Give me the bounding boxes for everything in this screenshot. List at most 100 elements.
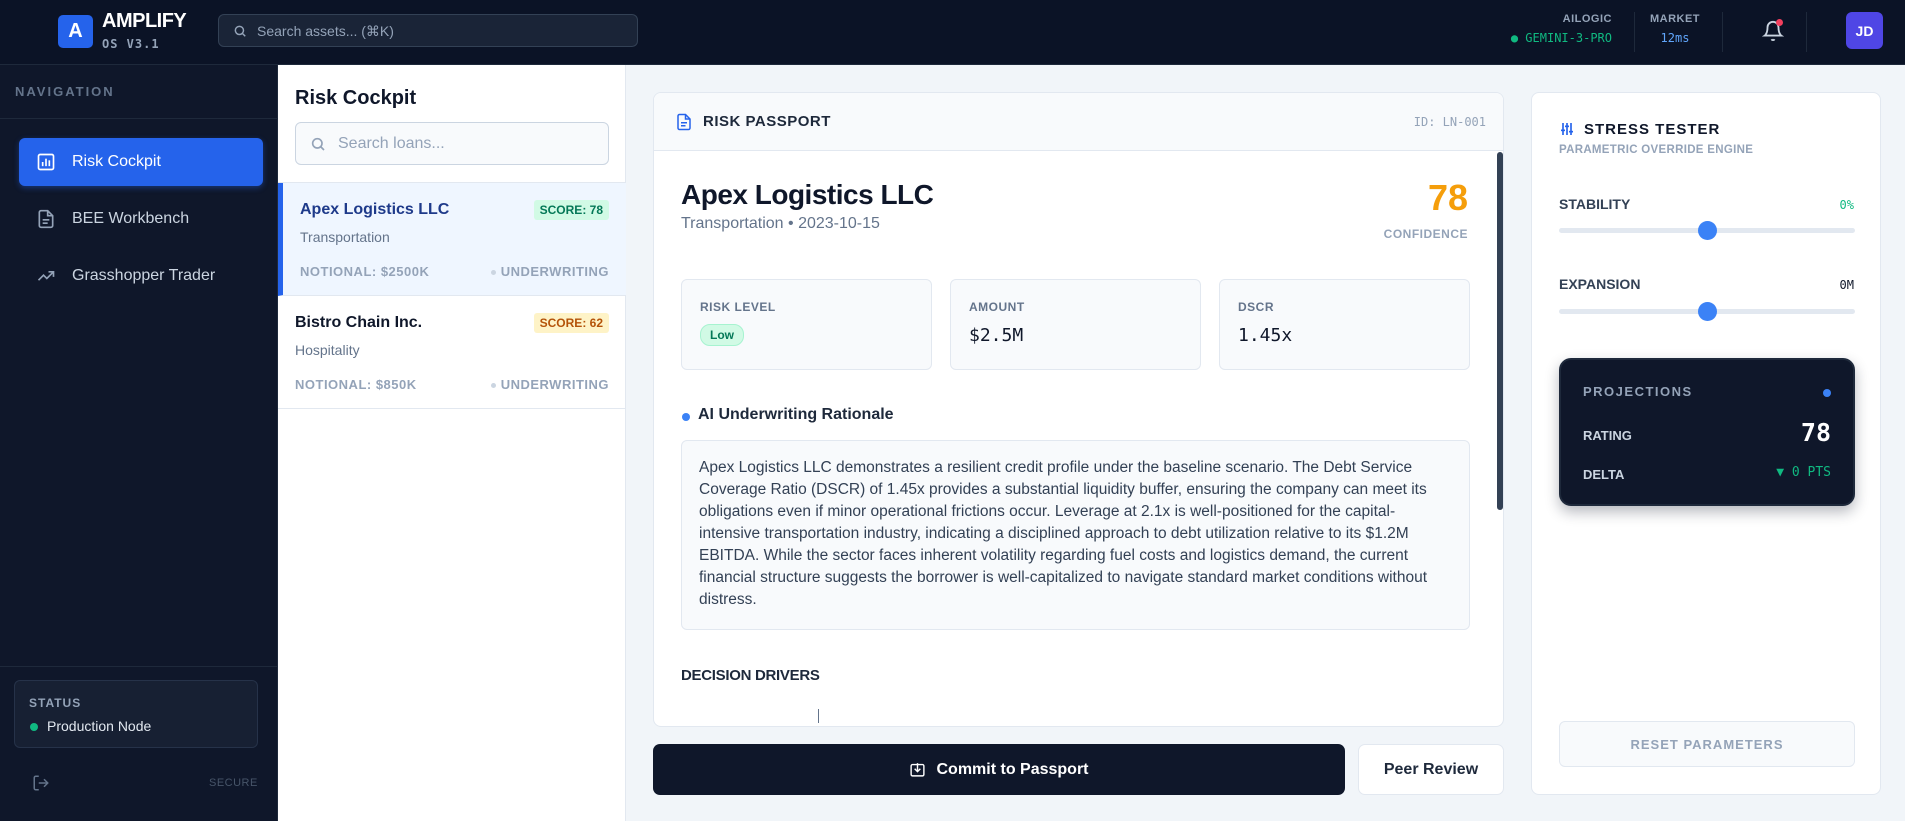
- sidebar-divider: [0, 666, 278, 667]
- notification-dot: [1776, 19, 1783, 26]
- market-indicator: MARKET 12ms: [1646, 13, 1704, 45]
- ailogic-model: ● GEMINI-3-PRO: [1510, 31, 1612, 45]
- loan-search-input[interactable]: [338, 134, 598, 153]
- bar-chart-icon: [37, 153, 55, 171]
- risk-passport-card: RISK PASSPORT ID: LN-001 Apex Logistics …: [653, 92, 1504, 727]
- slider-label-expansion: EXPANSION: [1559, 276, 1641, 292]
- ailogic-label: AILOGIC: [1562, 13, 1612, 25]
- secure-label: SECURE: [209, 777, 258, 789]
- status-label: STATUS: [29, 696, 82, 710]
- sidebar-item-risk-cockpit[interactable]: Risk Cockpit: [19, 138, 263, 186]
- company-subtitle: Transportation • 2023-10-15: [681, 215, 880, 232]
- confidence-label: CONFIDENCE: [1383, 227, 1468, 241]
- nav-title: NAVIGATION: [15, 84, 115, 99]
- stress-tester-subtitle: PARAMETRIC OVERRIDE ENGINE: [1559, 144, 1754, 156]
- loan-stage: UNDERWRITING: [491, 377, 609, 392]
- rationale-text: Apex Logistics LLC demonstrates a resili…: [681, 440, 1470, 630]
- app-version: OS V3.1: [102, 37, 160, 51]
- score-badge: SCORE: 78: [533, 200, 609, 220]
- passport-id: ID: LN-001: [1413, 115, 1486, 129]
- projections-title: PROJECTIONS: [1583, 384, 1693, 399]
- passport-header: RISK PASSPORT ID: LN-001: [654, 93, 1503, 151]
- global-search-box[interactable]: [218, 14, 638, 47]
- market-latency: 12ms: [1660, 31, 1690, 45]
- user-avatar[interactable]: JD: [1846, 12, 1883, 49]
- loan-name: Apex Logistics LLC: [300, 201, 450, 218]
- nav-divider: [0, 118, 278, 119]
- save-icon: [910, 763, 926, 777]
- search-icon: [311, 137, 325, 151]
- app-logo[interactable]: A: [58, 15, 93, 48]
- loan-list-item-apex[interactable]: Apex Logistics LLC SCORE: 78 Transportat…: [278, 183, 626, 296]
- stress-tester-panel: STRESS TESTER PARAMETRIC OVERRIDE ENGINE…: [1531, 92, 1881, 795]
- app-name: AMPLIFY: [102, 10, 187, 32]
- passport-scrollbar[interactable]: [1497, 152, 1503, 510]
- loan-list-panel: Risk Cockpit Apex Logistics LLC SCORE: 7…: [278, 65, 626, 821]
- loan-notional: NOTIONAL: $2500K: [300, 264, 430, 279]
- loan-notional: NOTIONAL: $850K: [295, 377, 417, 392]
- metric-label: DSCR: [1238, 300, 1275, 314]
- delta-label: DELTA: [1583, 467, 1625, 482]
- metric-value: 1.45x: [1238, 325, 1293, 346]
- driver-chart-axis: [818, 709, 819, 723]
- metric-value: $2.5M: [969, 325, 1024, 346]
- market-label: MARKET: [1649, 13, 1701, 25]
- rating-value: 78: [1800, 418, 1831, 447]
- stability-slider-thumb[interactable]: [1698, 221, 1717, 240]
- projections-card: PROJECTIONS RATING 78 DELTA ▼ 0 PTS: [1559, 358, 1855, 506]
- top-bar: A AMPLIFY OS V3.1 AILOGIC ● GEMINI-3-PRO…: [0, 0, 1905, 65]
- topbar-divider: [1806, 12, 1807, 52]
- stability-slider[interactable]: [1559, 221, 1855, 240]
- commit-to-passport-button[interactable]: Commit to Passport: [653, 744, 1345, 795]
- confidence-score: 78: [1427, 177, 1468, 218]
- ailogic-indicator: AILOGIC ● GEMINI-3-PRO: [1500, 13, 1612, 45]
- sidebar-item-label: Grasshopper Trader: [72, 267, 216, 284]
- expansion-slider-thumb[interactable]: [1698, 302, 1717, 321]
- loan-name: Bistro Chain Inc.: [295, 314, 423, 331]
- metric-amount: AMOUNT $2.5M: [950, 279, 1201, 370]
- metric-label: RISK LEVEL: [700, 300, 776, 314]
- loan-stage: UNDERWRITING: [491, 264, 609, 279]
- slider-label-stability: STABILITY: [1559, 196, 1631, 212]
- topbar-divider: [1634, 12, 1635, 52]
- rationale-title: AI Underwriting Rationale: [698, 406, 894, 423]
- loan-list-item-bistro[interactable]: Bistro Chain Inc. SCORE: 62 Hospitality …: [278, 296, 626, 409]
- company-name: Apex Logistics LLC: [681, 179, 934, 210]
- rationale-dot: [682, 413, 690, 421]
- peer-review-button[interactable]: Peer Review: [1358, 744, 1504, 795]
- topbar-divider: [1722, 12, 1723, 52]
- logout-icon[interactable]: [32, 774, 50, 792]
- slider-value-stability: 0%: [1839, 198, 1854, 212]
- metric-label: AMOUNT: [969, 300, 1025, 314]
- loan-category: Transportation: [300, 229, 390, 245]
- list-title: Risk Cockpit: [295, 87, 417, 109]
- sidebar: NAVIGATION Risk Cockpit BEE Workbench Gr…: [0, 65, 278, 821]
- reset-parameters-button[interactable]: RESET PARAMETERS: [1559, 721, 1855, 767]
- slider-value-expansion: 0M: [1839, 278, 1854, 292]
- sidebar-item-label: BEE Workbench: [72, 210, 190, 227]
- decision-drivers-title: DECISION DRIVERS: [681, 667, 820, 684]
- delta-value: ▼ 0 PTS: [1776, 465, 1831, 480]
- passport-title: RISK PASSPORT: [703, 113, 831, 130]
- expansion-slider[interactable]: [1559, 302, 1855, 321]
- risk-level-badge: Low: [700, 324, 744, 346]
- score-badge: SCORE: 62: [533, 313, 609, 333]
- metric-dscr: DSCR 1.45x: [1219, 279, 1470, 370]
- sidebar-item-label: Risk Cockpit: [72, 153, 161, 170]
- document-icon: [677, 113, 691, 131]
- status-dot: [30, 723, 38, 731]
- trend-up-icon: [37, 271, 55, 281]
- stress-tester-title: STRESS TESTER: [1584, 121, 1721, 138]
- sidebar-item-grasshopper-trader[interactable]: Grasshopper Trader: [19, 252, 263, 300]
- document-icon: [38, 209, 54, 229]
- projections-dot: [1823, 389, 1831, 397]
- global-search-input[interactable]: [257, 22, 617, 39]
- metric-risk-level: RISK LEVEL Low: [681, 279, 932, 370]
- loan-category: Hospitality: [295, 342, 360, 358]
- commit-label: Commit to Passport: [936, 760, 1089, 778]
- sidebar-item-bee-workbench[interactable]: BEE Workbench: [19, 195, 263, 243]
- rating-label: RATING: [1583, 428, 1632, 443]
- search-icon: [234, 25, 246, 37]
- loan-search-box[interactable]: [295, 122, 609, 165]
- status-card: STATUS Production Node: [14, 680, 258, 748]
